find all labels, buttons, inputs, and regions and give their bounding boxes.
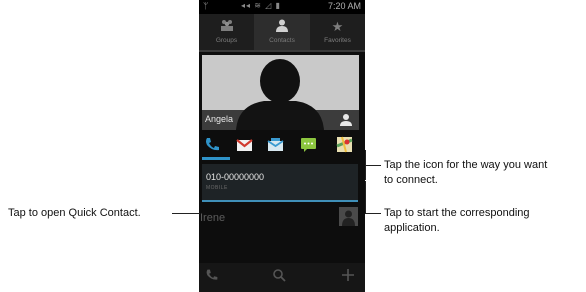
callout-start-app-line1: Tap to start the corresponding	[384, 207, 530, 219]
callout-leader-quick-contact	[172, 213, 200, 214]
message-icon[interactable]	[300, 136, 317, 153]
tab-groups[interactable]: Groups	[199, 14, 254, 50]
phone-type: MOBILE	[206, 185, 228, 191]
contact-name-bar: Angela	[202, 110, 359, 130]
groups-icon	[199, 19, 254, 34]
phone-icon[interactable]	[205, 268, 221, 284]
status-time: 7:20 AM	[327, 1, 361, 11]
callout-leader-icons	[365, 165, 381, 166]
contact-name: Angela	[205, 114, 234, 124]
phone-number-card[interactable]: 010-00000000 MOBILE	[202, 164, 358, 202]
favorites-icon: ★	[331, 19, 344, 34]
add-icon[interactable]	[341, 268, 357, 284]
callout-bracket-bottom	[365, 181, 366, 213]
person-icon[interactable]	[339, 113, 353, 127]
callout-connect-line1: Tap the icon for the way you want	[384, 159, 548, 171]
email-icon[interactable]	[267, 136, 284, 153]
usb-icon: ᛘ	[203, 1, 209, 11]
phone-screen: ᛘ ◂◂ ≋ ◿ ▮ 7:20 AM Groups Contacts ★ Fav…	[199, 0, 365, 292]
tab-favorites[interactable]: ★ Favorites	[310, 14, 365, 50]
bottom-action-bar	[199, 263, 365, 292]
connection-actions	[199, 131, 365, 159]
gmail-icon[interactable]	[236, 136, 253, 153]
status-icons: ◂◂ ≋ ◿ ▮	[241, 1, 281, 10]
search-icon[interactable]	[272, 268, 288, 284]
callout-start-app: Tap to start the corresponding applicati…	[384, 206, 530, 236]
tab-divider	[199, 50, 365, 52]
status-bar: ᛘ ◂◂ ≋ ◿ ▮ 7:20 AM	[199, 0, 365, 14]
callout-connect-line2: to connect.	[384, 174, 438, 186]
contacts-icon	[254, 19, 310, 34]
phone-icon[interactable]	[204, 136, 221, 153]
callout-connect: Tap the icon for the way you want to con…	[384, 158, 547, 188]
tab-groups-label: Groups	[215, 37, 238, 44]
callout-leader-app	[365, 213, 381, 214]
tab-contacts[interactable]: Contacts	[254, 14, 310, 50]
next-contact-name[interactable]: Irene	[200, 212, 225, 224]
avatar-icon	[339, 207, 358, 226]
callout-start-app-line2: application.	[384, 222, 440, 234]
tab-favorites-label: Favorites	[324, 37, 351, 44]
phone-number: 010-00000000	[206, 172, 265, 182]
maps-icon[interactable]	[336, 136, 353, 153]
selected-action-indicator	[202, 157, 230, 160]
tab-contacts-label: Contacts	[269, 37, 295, 44]
tab-bar: Groups Contacts ★ Favorites	[199, 14, 365, 50]
quick-contact-avatar[interactable]	[339, 207, 358, 226]
callout-quick-contact: Tap to open Quick Contact.	[8, 207, 141, 219]
